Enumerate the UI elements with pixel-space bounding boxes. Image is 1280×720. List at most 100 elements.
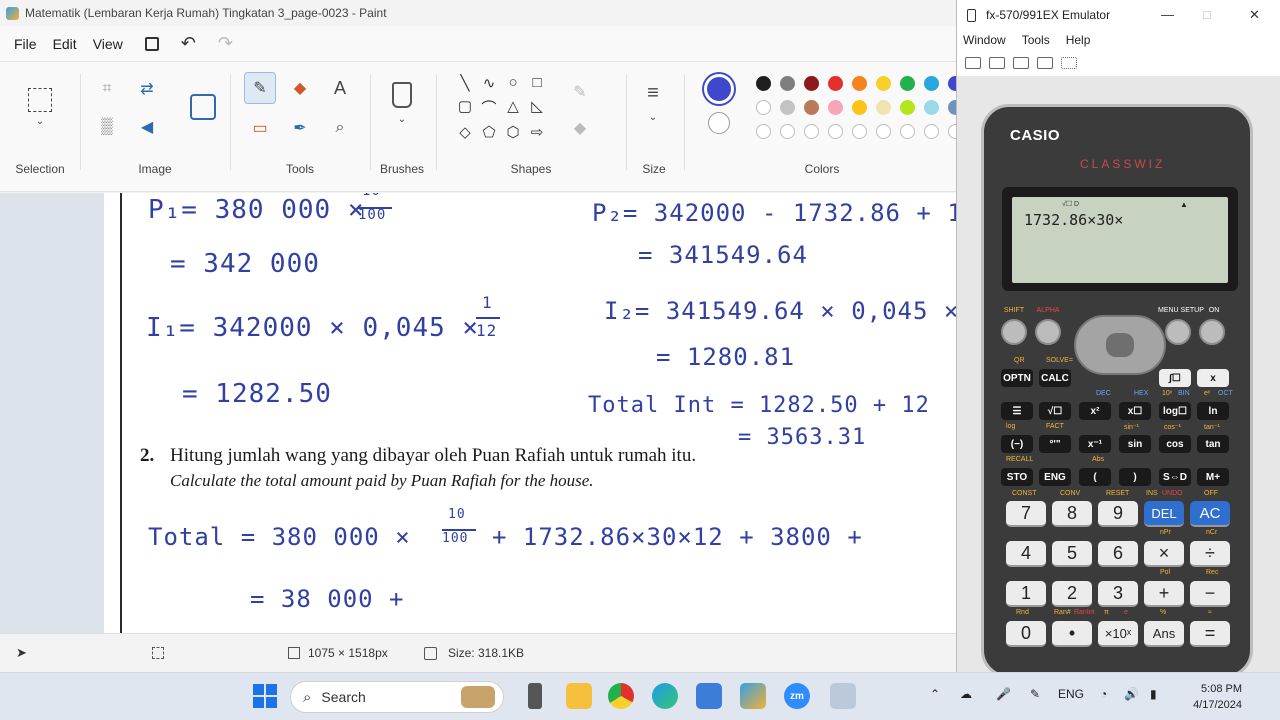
number-key[interactable]: +: [1144, 581, 1184, 607]
text-icon[interactable]: A: [328, 76, 352, 100]
calculator-taskbar-icon[interactable]: [528, 683, 542, 709]
function-key[interactable]: √☐: [1039, 402, 1071, 420]
custom-color-slot[interactable]: [876, 124, 891, 139]
start-button[interactable]: [252, 683, 278, 709]
oval-shape-icon[interactable]: ○: [502, 74, 524, 95]
chevron-down-icon[interactable]: ⌄: [395, 112, 409, 126]
number-key[interactable]: =: [1190, 621, 1230, 647]
select-rectangle-icon[interactable]: [28, 88, 52, 112]
color-swatch[interactable]: [756, 76, 771, 91]
number-key[interactable]: 1: [1006, 581, 1046, 607]
chrome-icon[interactable]: [608, 683, 634, 709]
number-key[interactable]: 3: [1098, 581, 1138, 607]
eraser-icon[interactable]: ▭: [248, 116, 272, 140]
dpad-center[interactable]: [1106, 333, 1134, 357]
number-key[interactable]: ×: [1144, 541, 1184, 567]
custom-color-slot[interactable]: [828, 124, 843, 139]
battery-icon[interactable]: ▮: [1150, 687, 1157, 701]
function-key[interactable]: cos: [1159, 435, 1191, 453]
rotate-icon[interactable]: ◀: [136, 116, 158, 138]
on-key[interactable]: [1199, 319, 1225, 345]
line-size-icon[interactable]: ≡: [640, 82, 666, 104]
function-key[interactable]: x: [1197, 369, 1229, 387]
color-swatch[interactable]: [852, 100, 867, 115]
document-page[interactable]: P₁= 380 000 × 10 100 = 342 000 I₁= 34200…: [104, 193, 958, 633]
function-key[interactable]: ∫☐: [1159, 369, 1191, 387]
custom-color-slot[interactable]: [852, 124, 867, 139]
function-key[interactable]: (−): [1001, 435, 1033, 453]
arrow-shape-icon[interactable]: ⇨: [526, 123, 548, 144]
shift-key[interactable]: [1001, 319, 1027, 345]
magnifier-icon[interactable]: ⌕: [328, 116, 352, 140]
color-swatch[interactable]: [828, 76, 843, 91]
number-key[interactable]: DEL: [1144, 501, 1184, 527]
custom-color-slot[interactable]: [804, 124, 819, 139]
color-swatch[interactable]: [924, 100, 939, 115]
custom-color-slot[interactable]: [900, 124, 915, 139]
custom-color-slot[interactable]: [780, 124, 795, 139]
polygon-shape-icon[interactable]: ⌒: [478, 97, 500, 121]
function-key[interactable]: °'": [1039, 435, 1071, 453]
toolbar-view-icon[interactable]: [965, 57, 981, 69]
toolbar-grid-icon[interactable]: [1061, 57, 1077, 69]
function-key[interactable]: x☐: [1119, 402, 1151, 420]
color-swatch[interactable]: [780, 76, 795, 91]
clock[interactable]: 5:08 PM 4/17/2024: [1186, 681, 1242, 713]
function-key[interactable]: x⁻¹: [1079, 435, 1111, 453]
redo-icon[interactable]: ↷: [218, 33, 233, 54]
color-swatch[interactable]: [804, 76, 819, 91]
function-key[interactable]: S⇔D: [1159, 468, 1191, 486]
secondary-color-swatch[interactable]: [708, 112, 730, 134]
number-key[interactable]: AC: [1190, 501, 1230, 527]
volume-icon[interactable]: 🔊: [1124, 687, 1139, 701]
number-key[interactable]: 9: [1098, 501, 1138, 527]
color-swatch[interactable]: [876, 76, 891, 91]
curve-shape-icon[interactable]: ∿: [478, 74, 500, 95]
crop-icon[interactable]: ⌗: [96, 78, 118, 100]
resize-icon[interactable]: ⇄: [136, 78, 158, 100]
pencil-icon[interactable]: ✎: [244, 72, 276, 104]
custom-color-slot[interactable]: [756, 124, 771, 139]
primary-color-swatch[interactable]: [704, 74, 734, 104]
close-icon[interactable]: ✕: [1249, 7, 1260, 23]
function-key[interactable]: sin: [1119, 435, 1151, 453]
color-swatch[interactable]: [852, 76, 867, 91]
select-all-icon[interactable]: ▒: [96, 116, 118, 138]
color-swatch[interactable]: [804, 100, 819, 115]
number-key[interactable]: 8: [1052, 501, 1092, 527]
function-key[interactable]: tan: [1197, 435, 1229, 453]
number-key[interactable]: Ans: [1144, 621, 1184, 647]
wifi-icon[interactable]: ◔: [1100, 687, 1107, 701]
file-explorer-icon[interactable]: [566, 683, 592, 709]
pen-icon[interactable]: ✎: [1030, 687, 1040, 701]
taskbar-search[interactable]: ⌕ Search: [290, 681, 504, 713]
brush-icon[interactable]: [392, 82, 412, 108]
function-key[interactable]: ☰: [1001, 402, 1033, 420]
outline-icon[interactable]: ✎: [568, 80, 592, 104]
tray-overflow-icon[interactable]: ⌃: [930, 687, 940, 701]
undo-icon[interactable]: ↶: [181, 33, 196, 54]
function-key[interactable]: ln: [1197, 402, 1229, 420]
language-indicator[interactable]: ENG: [1058, 687, 1084, 701]
toolbar-capture-icon[interactable]: [1037, 57, 1053, 69]
function-key[interactable]: log☐: [1159, 402, 1191, 420]
menu-key[interactable]: [1165, 319, 1191, 345]
fill-icon[interactable]: ◆: [288, 76, 312, 100]
number-key[interactable]: 7: [1006, 501, 1046, 527]
function-key[interactable]: OPTN: [1001, 369, 1033, 387]
paint-taskbar-icon[interactable]: [740, 683, 766, 709]
canvas-area[interactable]: P₁= 380 000 × 10 100 = 342 000 I₁= 34200…: [0, 193, 958, 633]
function-key[interactable]: x²: [1079, 402, 1111, 420]
store-icon[interactable]: [696, 683, 722, 709]
hexagon-shape-icon[interactable]: ⬡: [502, 123, 524, 144]
right-triangle-shape-icon[interactable]: ◺: [526, 97, 548, 121]
function-key[interactable]: M+: [1197, 468, 1229, 486]
minimize-icon[interactable]: —: [1161, 7, 1174, 22]
dpad[interactable]: [1074, 315, 1166, 375]
fill-shape-icon[interactable]: ◆: [568, 116, 592, 140]
menu-edit[interactable]: Edit: [45, 30, 85, 58]
menu-help[interactable]: Help: [1066, 33, 1091, 47]
toolbar-export-icon[interactable]: [1013, 57, 1029, 69]
function-key[interactable]: STO: [1001, 468, 1033, 486]
emulator-taskbar-icon[interactable]: [830, 683, 856, 709]
